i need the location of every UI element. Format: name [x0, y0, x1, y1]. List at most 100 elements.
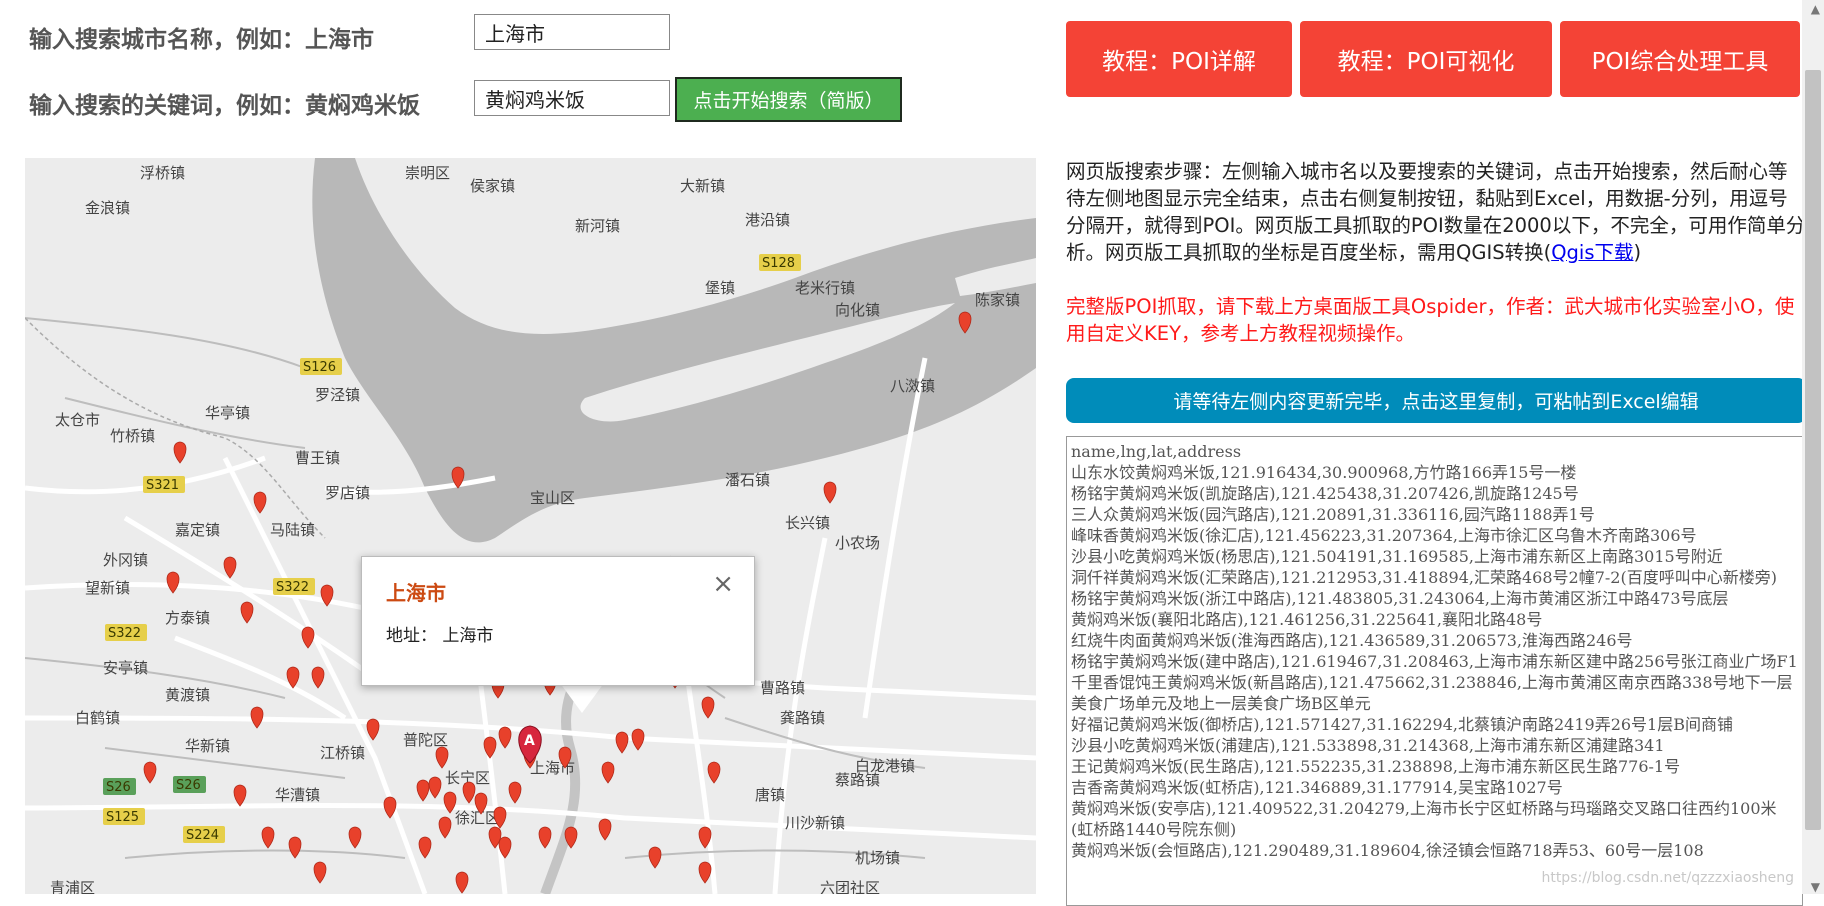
poi-marker[interactable]: [615, 731, 629, 754]
poi-marker[interactable]: [498, 726, 512, 749]
city-input[interactable]: [474, 14, 670, 50]
map-place-label: 青浦区: [50, 879, 95, 894]
poi-marker[interactable]: [462, 781, 476, 804]
poi-marker[interactable]: [508, 781, 522, 804]
copy-results-button[interactable]: 请等待左侧内容更新完毕，点击这里复制，可粘帖到Excel编辑: [1066, 378, 1806, 423]
road-shield: S321: [143, 476, 185, 493]
instructions-close: ): [1633, 241, 1642, 264]
poi-marker[interactable]: [416, 779, 430, 802]
map-place-label: 长兴镇: [785, 514, 830, 532]
poi-marker[interactable]: [173, 441, 187, 464]
poi-marker[interactable]: [648, 846, 662, 869]
poi-marker[interactable]: [250, 706, 264, 729]
result-row: 杨铭宇黄焖鸡米饭(浙江中路店),121.483805,31.243064,上海市…: [1071, 589, 1729, 608]
map-place-label: 黄渡镇: [165, 686, 210, 704]
map-place-label: 唐镇: [755, 786, 785, 804]
full-version-notice: 完整版POI抓取，请下载上方桌面版工具Ospider，作者：武大城市化实验室小O…: [1066, 295, 1795, 345]
map-place-label: 浮桥镇: [140, 164, 185, 182]
map-place-label: 华新镇: [185, 737, 230, 755]
popup-address: 地址： 上海市: [386, 626, 494, 646]
map-place-label: 六团社区: [820, 879, 880, 894]
map-place-label: 安亭镇: [103, 659, 148, 677]
result-row: 王记黄焖鸡米饭(民生路店),121.552235,31.238898,上海市浦东…: [1071, 757, 1681, 776]
close-icon[interactable]: ×: [712, 569, 734, 599]
poi-marker[interactable]: [538, 826, 552, 849]
map-place-label: 徐汇区: [455, 809, 500, 827]
map-place-label: 嘉定镇: [175, 521, 220, 539]
poi-marker[interactable]: [223, 556, 237, 579]
qgis-download-link[interactable]: Qgis下载: [1551, 241, 1633, 264]
scroll-thumb[interactable]: [1805, 70, 1821, 830]
svg-text:S128: S128: [762, 256, 795, 271]
map-place-label: 港沿镇: [745, 211, 790, 229]
result-row: 洞仟祥黄焖鸡米饭(汇荣路店),121.212953,31.418894,汇荣路4…: [1071, 568, 1777, 587]
poi-marker[interactable]: [366, 718, 380, 741]
popup-tail: [560, 683, 604, 713]
info-popup: 上海市 × 地址： 上海市: [361, 556, 755, 686]
poi-marker[interactable]: [261, 826, 275, 849]
poi-marker[interactable]: [598, 818, 612, 841]
poi-marker[interactable]: [166, 571, 180, 594]
map-place-label: 竹桥镇: [110, 427, 155, 445]
poi-marker[interactable]: [631, 728, 645, 751]
map-place-label: 侯家镇: [470, 177, 515, 195]
map-place-label: 马陆镇: [270, 521, 315, 539]
poi-marker[interactable]: [240, 601, 254, 624]
poi-marker[interactable]: [698, 861, 712, 884]
poi-marker[interactable]: [253, 491, 267, 514]
map-place-label: 太仓市: [55, 411, 100, 429]
map-view[interactable]: 浮桥镇 崇明区 侯家镇 大新镇 金浪镇 新河镇 港沿镇 堡镇 老米行镇 向化镇 陈家镇 罗泾镇 太仓市华…: [25, 158, 1036, 894]
poi-marker[interactable]: [438, 816, 452, 839]
map-place-label: 金浪镇: [85, 199, 130, 217]
poi-tool-button[interactable]: POI综合处理工具: [1560, 21, 1800, 97]
map-place-label: 普陀区: [403, 731, 448, 749]
poi-marker[interactable]: [301, 626, 315, 649]
poi-marker[interactable]: [313, 861, 327, 884]
map-place-label: 曹王镇: [295, 449, 340, 467]
results-header: name,lng,lat,address: [1071, 442, 1242, 461]
poi-marker[interactable]: [455, 871, 469, 894]
tutorial-poi-detail-button[interactable]: 教程：POI详解: [1066, 21, 1292, 97]
poi-marker[interactable]: [348, 826, 362, 849]
poi-marker[interactable]: [418, 836, 432, 859]
poi-marker[interactable]: [143, 761, 157, 784]
poi-marker[interactable]: [707, 761, 721, 784]
road-shield: S26: [173, 776, 206, 793]
result-row: 三人众黄焖鸡米饭(园汽路店),121.20891,31.336116,园汽路11…: [1071, 505, 1595, 524]
poi-marker[interactable]: [483, 736, 497, 759]
page-scrollbar[interactable]: ▲ ▼: [1802, 0, 1824, 894]
keyword-label: 输入搜索的关键词，例如：黄焖鸡米饭: [29, 93, 420, 119]
poi-marker[interactable]: [701, 696, 715, 719]
poi-marker[interactable]: [601, 761, 615, 784]
svg-text:S321: S321: [146, 478, 179, 493]
city-center-marker[interactable]: A: [518, 725, 542, 764]
instructions: 网页版搜索步骤：左侧输入城市名以及要搜索的关键词，点击开始搜索，然后耐心等待左侧…: [1066, 158, 1806, 266]
svg-text:S26: S26: [106, 780, 131, 795]
poi-marker[interactable]: [288, 836, 302, 859]
tutorial-poi-visualize-button[interactable]: 教程：POI可视化: [1300, 21, 1552, 97]
map-place-label: 华亭镇: [205, 404, 250, 422]
road-shield: S128: [759, 254, 801, 271]
poi-marker[interactable]: [435, 746, 449, 769]
poi-marker[interactable]: [233, 784, 247, 807]
map-place-label: 陈家镇: [975, 291, 1020, 309]
start-search-button[interactable]: 点击开始搜索（简版）: [675, 77, 902, 122]
map-place-label: 大新镇: [680, 177, 725, 195]
map-canvas[interactable]: 浮桥镇 崇明区侯家镇 大新镇金浪镇新河镇 港沿镇堡镇 老米行镇向化镇陈家镇罗泾镇太仓市华…: [25, 158, 1036, 894]
keyword-input[interactable]: [474, 80, 670, 116]
poi-marker[interactable]: [823, 481, 837, 504]
svg-text:S125: S125: [106, 810, 139, 825]
instructions-text: 网页版搜索步骤：左侧输入城市名以及要搜索的关键词，点击开始搜索，然后耐心等待左侧…: [1066, 160, 1806, 264]
results-textarea[interactable]: name,lng,lat,address 山东水饺黄焖鸡米饭,121.916434…: [1066, 436, 1803, 906]
poi-marker[interactable]: [311, 666, 325, 689]
poi-marker[interactable]: [428, 776, 442, 799]
svg-text:S126: S126: [303, 360, 336, 375]
city-label: 输入搜索城市名称，例如：上海市: [29, 27, 374, 53]
scroll-down-icon[interactable]: ▼: [1811, 880, 1820, 894]
map-place-label: 向化镇: [835, 301, 880, 319]
svg-text:S224: S224: [186, 828, 219, 843]
svg-text:A: A: [524, 733, 535, 749]
map-place-label: 曹路镇: [760, 679, 805, 697]
scroll-up-icon[interactable]: ▲: [1811, 2, 1820, 16]
result-row: 红烧牛肉面黄焖鸡米饭(淮海西路店),121.436589,31.206573,淮…: [1071, 631, 1633, 650]
